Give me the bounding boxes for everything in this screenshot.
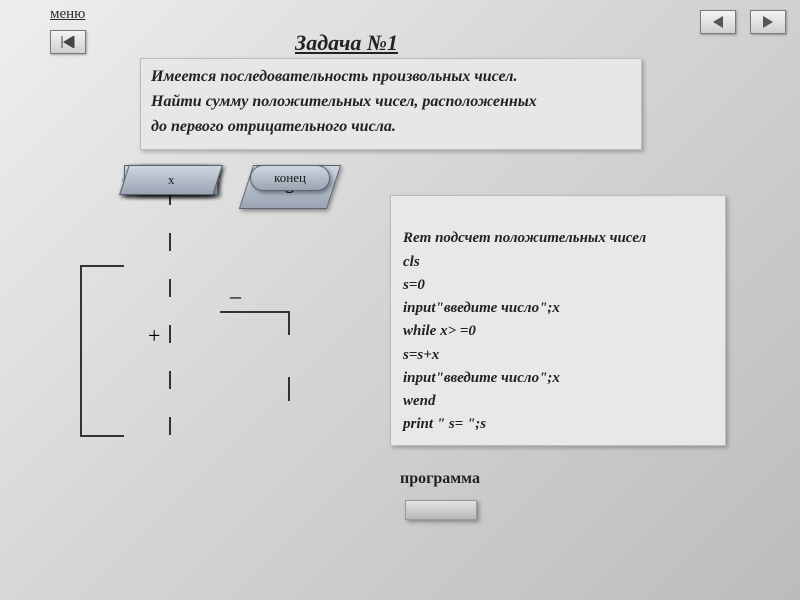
arrow-right-icon <box>761 16 775 28</box>
code-line: Rem подсчет положительных чисел <box>403 230 646 246</box>
code-line: s=s+x <box>403 347 439 363</box>
arrow-left-icon <box>711 16 725 28</box>
forward-button[interactable] <box>750 10 786 34</box>
back-button[interactable] <box>700 10 736 34</box>
code-line: cls <box>403 254 420 270</box>
code-line: input"введите число";x <box>403 370 560 386</box>
code-line: wend <box>403 393 436 409</box>
flowchart: – + начало S=0 x X>=0 s=s+x x S конец <box>30 165 360 585</box>
code-line: while x> =0 <box>403 323 476 339</box>
flow-input-2: x <box>119 165 223 195</box>
menu-button[interactable] <box>50 30 86 54</box>
first-icon <box>60 36 76 48</box>
code-line: input"введите число";x <box>403 300 560 316</box>
flow-end: конец <box>250 165 330 191</box>
problem-statement: Имеется последовательность произвольных … <box>140 58 642 150</box>
problem-line: Имеется последовательность произвольных … <box>151 65 631 90</box>
edge-plus: + <box>148 323 160 349</box>
task-title: Задача №1 <box>295 30 398 56</box>
code-line: print " s= ";s <box>403 416 486 432</box>
code-line: s=0 <box>403 277 425 293</box>
edge-minus: – <box>230 283 241 309</box>
program-button[interactable] <box>405 500 477 520</box>
program-label: программа <box>400 470 480 488</box>
menu-label: меню <box>50 6 85 23</box>
problem-line: Найти сумму положительных чисел, располо… <box>151 90 631 115</box>
code-listing: Rem подсчет положительных чисел cls s=0 … <box>390 195 726 446</box>
problem-line: до первого отрицательного числа. <box>151 115 631 140</box>
